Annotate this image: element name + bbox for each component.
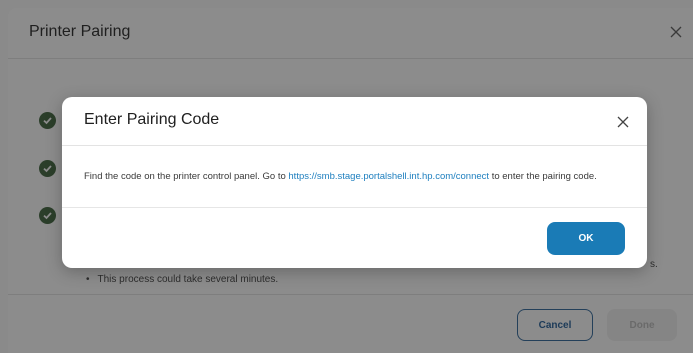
bullet: •: [86, 274, 90, 285]
dialog-footer-divider: [8, 294, 693, 295]
connect-link[interactable]: https://smb.stage.portalshell.int.hp.com…: [288, 171, 489, 182]
ok-button[interactable]: OK: [547, 222, 625, 255]
instructions-text-before: Find the code on the printer control pan…: [84, 171, 289, 182]
pairing-code-modal: Enter Pairing Code Find the code on the …: [62, 97, 647, 268]
modal-footer-divider: [62, 207, 647, 208]
dialog-header: Printer Pairing: [8, 8, 693, 59]
modal-title: Enter Pairing Code: [84, 111, 220, 128]
dialog-title: Printer Pairing: [29, 23, 131, 40]
check-circle-icon: [39, 207, 56, 224]
check-circle-icon: [39, 160, 56, 177]
close-icon[interactable]: [665, 21, 687, 43]
cancel-button[interactable]: Cancel: [517, 309, 593, 341]
instructions-text-after: to enter the pairing code.: [489, 171, 597, 182]
step-text-tail: s.: [650, 259, 658, 270]
process-note: • This process could take several minutes…: [86, 274, 278, 285]
modal-instructions: Find the code on the printer control pan…: [84, 171, 637, 182]
done-button[interactable]: Done: [607, 309, 677, 341]
check-circle-icon: [39, 112, 56, 129]
close-icon[interactable]: [613, 112, 633, 132]
process-note-text: This process could take several minutes.: [97, 274, 279, 285]
modal-header: Enter Pairing Code: [62, 97, 647, 146]
